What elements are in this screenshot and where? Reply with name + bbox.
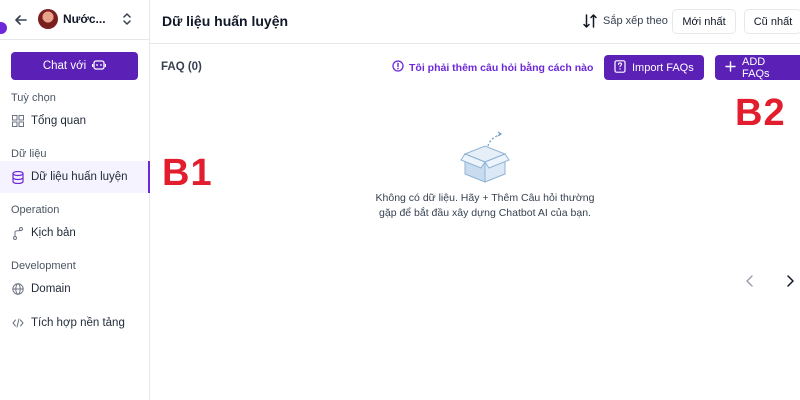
- section-operation: Operation: [11, 204, 60, 216]
- sort-newest-button[interactable]: Mới nhất: [672, 9, 736, 34]
- import-faqs-label: Import FAQs: [632, 61, 694, 74]
- chevron-right-icon[interactable]: [782, 273, 798, 289]
- empty-state: Không có dữ liệu. Hãy + Thêm Câu hỏi thư…: [360, 130, 610, 221]
- empty-state-text-line1: Không có dữ liệu. Hãy + Thêm Câu hỏi thư…: [375, 192, 595, 204]
- sidebar-item-label: Kịch bản: [31, 227, 76, 239]
- branch-icon: [11, 226, 25, 240]
- sidebar-item-label: Tích hợp nền tảng: [31, 317, 125, 329]
- help-link-label: Tôi phải thêm câu hỏi bằng cách nào: [409, 61, 594, 74]
- sidebar-item-label: Tổng quan: [31, 115, 86, 127]
- top-bar: Dữ liệu huấn luyện Sắp xếp theo Mới nhất…: [150, 0, 800, 44]
- chevron-updown-icon[interactable]: [121, 11, 133, 27]
- code-icon: [11, 316, 25, 330]
- bot-icon: [92, 59, 107, 74]
- annotation-b2: B2: [735, 92, 786, 134]
- plus-icon: [725, 60, 736, 75]
- sidebar-header: Nước...: [0, 0, 150, 40]
- sidebar-item-training-data[interactable]: Dữ liệu huấn luyện: [0, 161, 150, 193]
- help-link[interactable]: Tôi phải thêm câu hỏi bằng cách nào: [392, 60, 593, 75]
- section-data: Dữ liệu: [11, 148, 47, 160]
- sidebar-item-label: Domain: [31, 283, 71, 295]
- chat-button-label: Chat với: [42, 60, 87, 72]
- account-name[interactable]: Nước...: [63, 12, 106, 26]
- add-faqs-button[interactable]: ADD FAQs: [715, 55, 800, 80]
- faq-count-title: FAQ (0): [161, 61, 202, 73]
- sidebar-item-label: Dữ liệu huấn luyện: [31, 171, 128, 183]
- sidebar-item-integration[interactable]: Tích hợp nền tảng: [0, 307, 150, 339]
- globe-icon: [11, 282, 25, 296]
- question-doc-icon: [614, 59, 626, 76]
- import-faqs-button[interactable]: Import FAQs: [604, 55, 704, 80]
- empty-state-text-line2: gặp để bắt đầu xây dựng Chatbot AI của b…: [379, 207, 591, 219]
- info-icon: [392, 60, 404, 75]
- empty-box-icon: [460, 130, 510, 185]
- database-icon: [11, 170, 25, 184]
- chevron-left-icon[interactable]: [742, 273, 758, 289]
- grid-icon: [11, 114, 25, 128]
- section-options: Tuỳ chọn: [11, 92, 56, 104]
- section-development: Development: [11, 260, 76, 272]
- avatar[interactable]: [38, 9, 58, 29]
- back-arrow-icon[interactable]: [12, 11, 30, 29]
- sort-arrows-icon[interactable]: [582, 13, 598, 29]
- sidebar-item-domain[interactable]: Domain: [0, 273, 150, 305]
- page-title: Dữ liệu huấn luyện: [162, 13, 289, 29]
- sidebar-item-overview[interactable]: Tổng quan: [0, 105, 150, 137]
- sort-oldest-button[interactable]: Cũ nhất: [744, 9, 800, 34]
- sidebar-item-scenario[interactable]: Kịch bản: [0, 217, 150, 249]
- sort-label: Sắp xếp theo: [603, 15, 668, 27]
- add-faqs-label: ADD FAQs: [742, 55, 770, 80]
- sidebar: Nước... Chat với Tuỳ chọn Tổng quan Dữ l…: [0, 0, 150, 400]
- chat-button[interactable]: Chat với: [11, 52, 138, 80]
- annotation-b1: B1: [162, 152, 213, 194]
